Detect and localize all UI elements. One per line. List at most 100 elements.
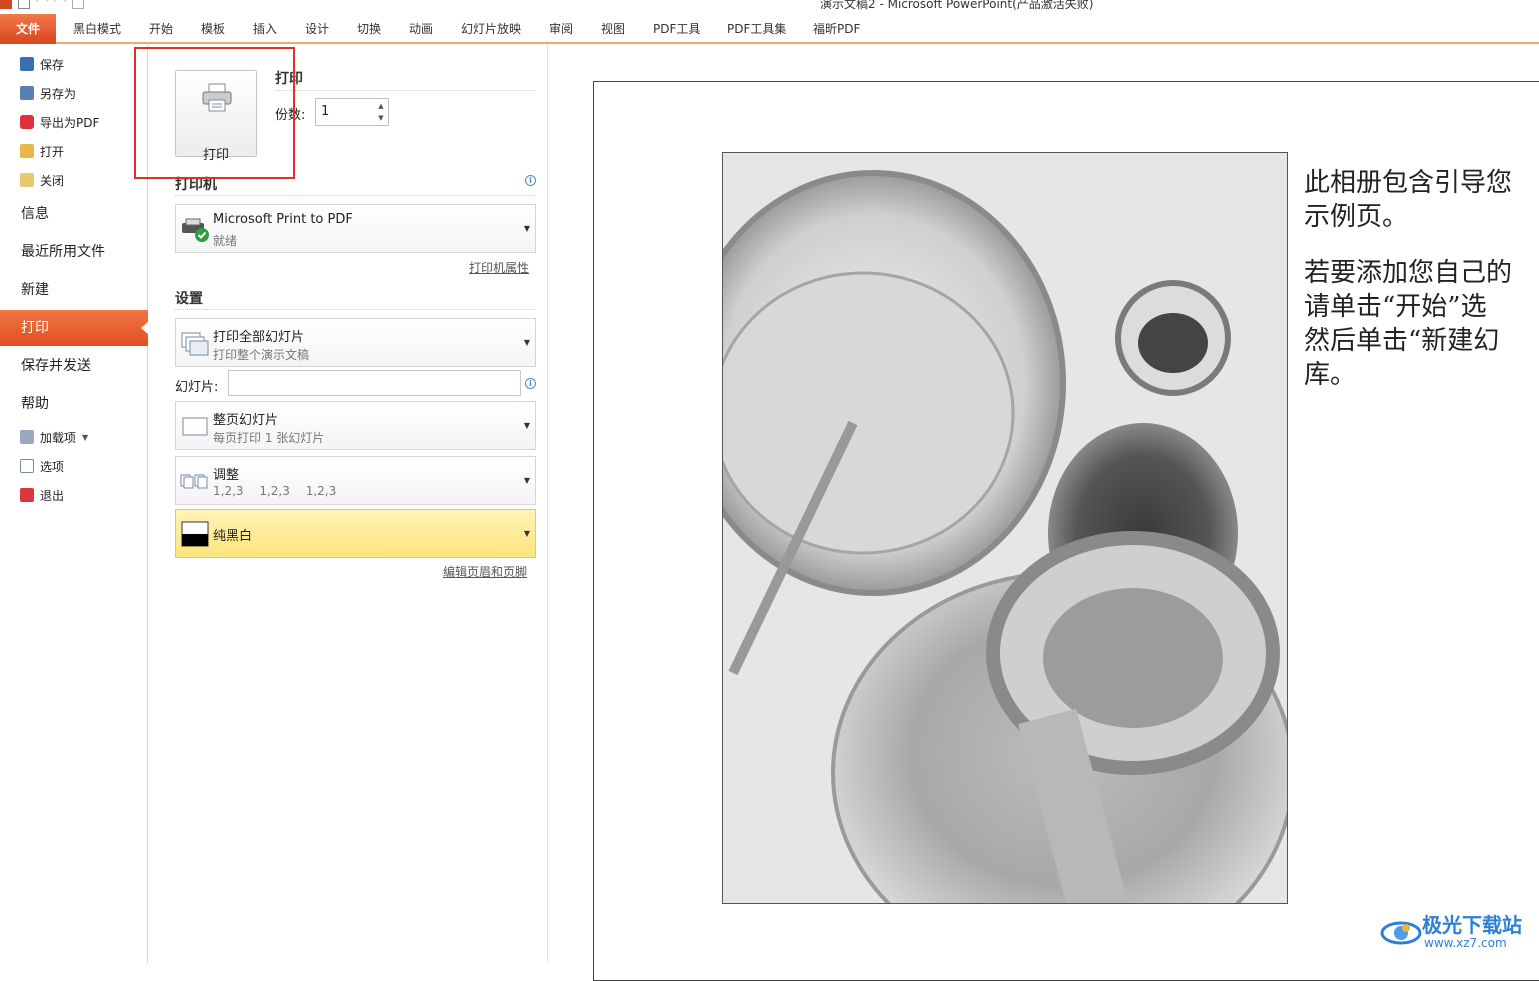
edit-header-footer-link[interactable]: 编辑页眉和页脚 [443, 563, 527, 580]
printer-status: 就绪 [213, 234, 238, 248]
watermark-logo-icon [1380, 921, 1422, 945]
layout-dropdown[interactable]: 整页幻灯片 每页打印 1 张幻灯片 ▼ [175, 401, 536, 450]
redo-icon[interactable] [54, 0, 66, 9]
nav-export-pdf[interactable]: 导出为PDF [20, 111, 99, 133]
chevron-down-icon: ▼ [523, 476, 530, 485]
slide-paragraph-1: 此相册包含引导您 示例页。 [1304, 168, 1513, 232]
tab-pdf-toolset[interactable]: PDF工具集 [727, 14, 786, 44]
tab-insert[interactable]: 插入 [253, 14, 277, 44]
copies-stepper[interactable]: 1 ▲ ▼ [315, 98, 389, 126]
spin-up-icon[interactable]: ▲ [376, 101, 386, 111]
save-as-icon [20, 86, 34, 100]
watermark-text: 极光下载站 [1422, 913, 1522, 937]
tab-foxit-pdf[interactable]: 福昕PDF [813, 14, 860, 44]
color-main: 纯黑白 [213, 529, 253, 544]
open-folder-icon [20, 144, 34, 158]
print-range-sub: 打印整个演示文稿 [213, 348, 310, 362]
nav-open-label: 打开 [40, 144, 65, 159]
nav-close[interactable]: 关闭 [20, 169, 64, 191]
print-range-dropdown[interactable]: 打印全部幻灯片 打印整个演示文稿 ▼ [175, 318, 536, 367]
watermark-url: www.xz7.com [1424, 936, 1507, 950]
tab-bw-mode[interactable]: 黑白模式 [73, 14, 121, 44]
powerpoint-logo-icon [0, 0, 12, 9]
nav-save-send[interactable]: 保存并发送 [0, 348, 148, 384]
close-folder-icon [20, 173, 34, 187]
nav-exit[interactable]: 退出 [20, 484, 64, 506]
preview-page: 此相册包含引导您 示例页。 若要添加您自己的 请单击“开始”选 然后单击“新建幻… [593, 81, 1539, 981]
pdf-icon [20, 115, 34, 129]
nav-new[interactable]: 新建 [0, 272, 148, 308]
slides-label: 幻灯片: [175, 380, 219, 395]
color-dropdown[interactable]: 纯黑白 ▼ [175, 509, 536, 558]
print-section-title: 打印 [275, 71, 303, 87]
layout-main: 整页幻灯片 [213, 413, 279, 428]
printer-dropdown[interactable]: Microsoft Print to PDF 就绪 ▼ [175, 204, 536, 253]
nav-save-as[interactable]: 另存为 [20, 82, 76, 104]
new-slide-icon[interactable] [72, 0, 84, 9]
window-title: 演示文稿2 - Microsoft PowerPoint(产品激活失败) [820, 0, 1094, 11]
tab-animations[interactable]: 动画 [409, 14, 433, 44]
nav-export-pdf-label: 导出为PDF [40, 115, 100, 130]
options-icon [20, 459, 34, 473]
nav-save-label: 保存 [40, 57, 65, 72]
nav-exit-label: 退出 [40, 488, 65, 503]
tab-transitions[interactable]: 切换 [357, 14, 381, 44]
print-button-label: 打印 [202, 148, 229, 163]
nav-addins[interactable]: 加载项 ▼ [20, 426, 88, 448]
tab-templates[interactable]: 模板 [201, 14, 225, 44]
nav-info[interactable]: 信息 [0, 196, 148, 232]
collate-icon [180, 474, 208, 489]
tab-slideshow[interactable]: 幻灯片放映 [461, 14, 521, 44]
nav-options-label: 选项 [40, 459, 65, 474]
collate-dropdown[interactable]: 调整 1,2,3 1,2,3 1,2,3 ▼ [175, 456, 536, 505]
info-icon[interactable]: i [525, 378, 536, 389]
full-page-slide-icon [182, 417, 208, 436]
tab-design[interactable]: 设计 [305, 14, 329, 44]
divider [175, 309, 536, 310]
printer-name: Microsoft Print to PDF [213, 212, 353, 227]
tab-home[interactable]: 开始 [149, 14, 173, 44]
nav-save-as-label: 另存为 [40, 86, 77, 101]
copies-label: 份数: [275, 108, 306, 123]
nav-print[interactable]: 打印 [0, 310, 148, 346]
print-button[interactable]: 打印 [175, 70, 257, 163]
chevron-down-icon: ▼ [82, 432, 89, 442]
nav-help[interactable]: 帮助 [0, 386, 148, 422]
spin-down-icon[interactable]: ▼ [376, 113, 386, 123]
printer-ready-icon [182, 218, 209, 242]
exit-icon [20, 488, 34, 502]
tab-pdf-tools[interactable]: PDF工具 [653, 14, 700, 44]
nav-open[interactable]: 打开 [20, 140, 64, 162]
nav-addins-label: 加载项 [40, 430, 77, 445]
save-icon[interactable] [18, 0, 30, 9]
printer-section-title: 打印机 [175, 177, 217, 193]
info-icon[interactable]: i [525, 175, 536, 186]
printer-properties-link[interactable]: 打印机属性 [469, 259, 529, 276]
slide-photo [722, 152, 1288, 904]
slides-input[interactable] [228, 370, 521, 396]
chevron-down-icon: ▼ [523, 224, 530, 233]
divider [175, 195, 536, 196]
print-settings-panel: 打印 打印 份数: 1 ▲ ▼ 打印机 i Microsoft Print to… [149, 44, 548, 963]
layout-sub: 每页打印 1 张幻灯片 [213, 431, 325, 445]
nav-save[interactable]: 保存 [20, 53, 64, 75]
undo-icon[interactable] [36, 0, 48, 9]
tab-review[interactable]: 审阅 [549, 14, 573, 44]
chevron-down-icon: ▼ [523, 529, 530, 538]
nav-options[interactable]: 选项 [20, 455, 64, 477]
print-preview: 此相册包含引导您 示例页。 若要添加您自己的 请单击“开始”选 然后单击“新建幻… [549, 44, 1539, 981]
tab-file[interactable]: 文件 [0, 14, 56, 44]
slide-paragraph-2: 若要添加您自己的 请单击“开始”选 然后单击“新建幻 库。 [1304, 258, 1513, 390]
black-white-icon [181, 521, 209, 547]
ribbon-tabs: 文件 黑白模式 开始 模板 插入 设计 切换 动画 幻灯片放映 审阅 视图 PD… [0, 14, 1539, 44]
addins-icon [20, 430, 34, 444]
chevron-down-icon: ▼ [523, 421, 530, 430]
slides-stack-icon [181, 332, 209, 356]
nav-recent[interactable]: 最近所用文件 [0, 234, 148, 270]
title-bar: 演示文稿2 - Microsoft PowerPoint(产品激活失败) [0, 0, 1539, 14]
tab-view[interactable]: 视图 [601, 14, 625, 44]
backstage-nav: 保存 另存为 导出为PDF 打开 关闭 信息 最近所用文件 新建 打印 保存并发… [0, 44, 148, 963]
divider [275, 90, 536, 91]
printer-icon [202, 83, 232, 112]
lab-glassware-image [723, 153, 1287, 903]
